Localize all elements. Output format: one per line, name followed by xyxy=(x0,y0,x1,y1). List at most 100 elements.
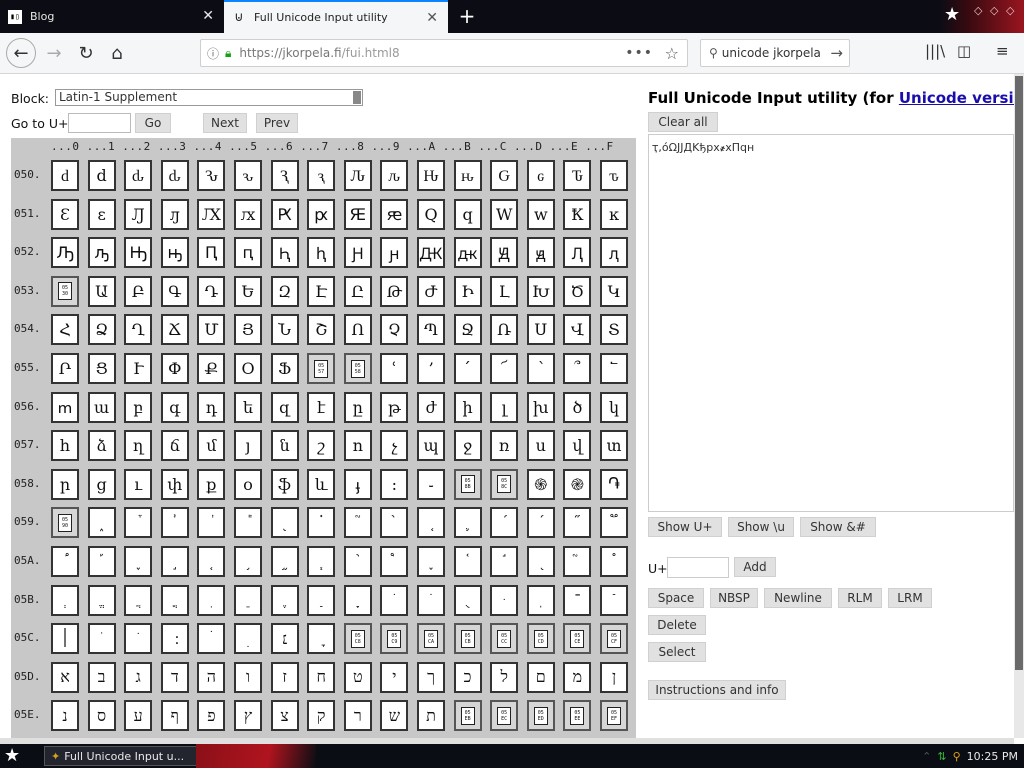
char-cell[interactable]: Ԇ xyxy=(270,160,299,191)
char-cell[interactable]: պ xyxy=(417,430,445,462)
char-cell[interactable]: ւ xyxy=(124,468,153,500)
address-bar[interactable]: ⓘ 🔒︎ https://jkorpela.fi /fui.html8 ••• … xyxy=(200,39,688,67)
char-cell[interactable]: Ԥ xyxy=(197,237,226,269)
char-cell[interactable]: 05 CC xyxy=(490,623,519,655)
char-cell[interactable]: ֢ xyxy=(124,546,153,577)
char-cell[interactable]: շ xyxy=(307,430,336,462)
char-cell[interactable]: 05 58 xyxy=(343,353,372,384)
new-tab-button[interactable]: + xyxy=(456,5,478,27)
char-cell[interactable]: Ւ xyxy=(124,353,153,384)
char-cell[interactable]: Ն xyxy=(270,314,299,346)
char-cell[interactable]: ԕ xyxy=(234,198,262,230)
char-cell[interactable]: ճ xyxy=(160,430,189,462)
char-cell[interactable]: փ xyxy=(160,468,189,500)
char-cell[interactable]: ֝ xyxy=(526,507,555,539)
char-cell[interactable]: ԭ xyxy=(526,237,555,269)
char-cell[interactable]: נ xyxy=(51,700,79,732)
char-cell[interactable]: ֊ xyxy=(417,468,445,500)
char-cell[interactable]: գ xyxy=(160,391,189,423)
char-cell[interactable]: ԏ xyxy=(600,160,628,191)
char-cell[interactable]: ը xyxy=(343,391,372,423)
char-cell[interactable]: ֆ xyxy=(270,468,299,500)
char-cell[interactable]: 05 30 xyxy=(51,275,79,307)
char-cell[interactable]: Ղ xyxy=(124,314,153,346)
char-cell[interactable]: ֿ xyxy=(600,584,628,616)
char-cell[interactable]: ־ xyxy=(563,584,592,616)
char-cell[interactable]: Զ xyxy=(270,275,299,307)
char-cell[interactable]: Ի xyxy=(453,275,482,307)
char-cell[interactable]: Ռ xyxy=(490,314,519,346)
char-cell[interactable]: ְ xyxy=(51,584,79,616)
char-cell[interactable]: է xyxy=(307,391,336,423)
char-cell[interactable]: Գ xyxy=(160,275,189,307)
char-cell[interactable]: դ xyxy=(197,391,226,423)
tray-expand-icon[interactable]: ⌃ xyxy=(922,750,931,763)
char-cell[interactable]: ֲ xyxy=(124,584,153,616)
rlm-button[interactable]: RLM xyxy=(838,588,882,608)
char-cell[interactable]: ך xyxy=(417,661,445,693)
search-bar[interactable]: ⚲ unicode jkorpela → xyxy=(700,39,850,67)
sidebar-icon[interactable]: ◫ xyxy=(957,42,971,60)
char-cell[interactable]: ԋ xyxy=(453,160,482,191)
delete-button[interactable]: Delete xyxy=(648,615,706,635)
char-cell[interactable]: յ xyxy=(234,430,262,462)
next-button[interactable]: Next xyxy=(203,113,247,133)
char-cell[interactable]: Շ xyxy=(307,314,336,346)
char-cell[interactable]: ա xyxy=(87,391,116,423)
char-cell[interactable]: Ԍ xyxy=(490,160,519,191)
char-cell[interactable]: ֗ xyxy=(307,507,336,539)
char-cell[interactable]: ՙ xyxy=(380,353,409,384)
char-cell[interactable]: չ xyxy=(380,430,409,462)
char-cell[interactable]: ՚ xyxy=(417,353,445,384)
char-cell[interactable]: ԗ xyxy=(307,198,336,230)
menu-icon[interactable]: ≡ xyxy=(996,42,1009,60)
uplus-input[interactable] xyxy=(667,557,729,578)
char-cell[interactable]: ՠ xyxy=(51,391,79,423)
char-cell[interactable]: ֫ xyxy=(453,546,482,577)
char-cell[interactable]: ԃ xyxy=(124,160,153,191)
char-cell[interactable]: q xyxy=(453,198,482,230)
char-cell[interactable]: Վ xyxy=(563,314,592,346)
char-cell[interactable]: ջ xyxy=(453,430,482,462)
char-cell[interactable]: ք xyxy=(197,468,226,500)
char-cell[interactable]: ם xyxy=(526,661,555,693)
char-cell[interactable]: w xyxy=(526,198,555,230)
char-cell[interactable]: Կ xyxy=(600,275,628,307)
char-cell[interactable]: ֞ xyxy=(563,507,592,539)
char-cell[interactable]: 05 C8 xyxy=(343,623,372,655)
char-cell[interactable]: ԯ xyxy=(600,237,628,269)
forward-button[interactable]: → xyxy=(40,39,68,67)
char-cell[interactable]: ׁ xyxy=(87,623,116,655)
show-uplus-button[interactable]: Show U+ xyxy=(648,517,722,537)
char-cell[interactable]: ֔ xyxy=(197,507,226,539)
close-tab-icon[interactable]: ✕ xyxy=(202,8,214,24)
char-cell[interactable]: ԅ xyxy=(234,160,262,191)
char-cell[interactable]: ֧ xyxy=(307,546,336,577)
char-cell[interactable]: Տ xyxy=(600,314,628,346)
close-tab-icon[interactable]: ✕ xyxy=(426,10,438,26)
char-cell[interactable]: լ xyxy=(490,391,519,423)
char-cell[interactable]: ן xyxy=(600,661,628,693)
char-cell[interactable]: ׄ xyxy=(197,623,226,655)
char-cell[interactable]: ɛ xyxy=(87,198,116,230)
char-cell[interactable]: Ը xyxy=(343,275,372,307)
char-cell[interactable]: կ xyxy=(600,391,628,423)
char-cell[interactable]: 05 57 xyxy=(307,353,336,384)
char-cell[interactable]: ՟ xyxy=(600,353,628,384)
back-button[interactable]: ← xyxy=(6,38,36,68)
char-cell[interactable]: ԩ xyxy=(380,237,409,269)
char-cell[interactable]: ո xyxy=(343,430,372,462)
char-cell[interactable]: Մ xyxy=(197,314,226,346)
char-cell[interactable]: ׀ xyxy=(51,623,79,655)
char-cell[interactable]: ֹ xyxy=(380,584,409,616)
char-cell[interactable]: ռ xyxy=(490,430,519,462)
char-cell[interactable]: ֤ xyxy=(197,546,226,577)
char-cell[interactable]: Ժ xyxy=(417,275,445,307)
show-entity-button[interactable]: Show &# xyxy=(800,517,876,537)
lrm-button[interactable]: LRM xyxy=(888,588,932,608)
char-cell[interactable]: Յ xyxy=(234,314,262,346)
char-cell[interactable]: Ԗ xyxy=(270,198,299,230)
char-cell[interactable]: Ճ xyxy=(160,314,189,346)
char-cell[interactable]: 05 C9 xyxy=(380,623,409,655)
char-cell[interactable]: ׇ xyxy=(307,623,336,655)
